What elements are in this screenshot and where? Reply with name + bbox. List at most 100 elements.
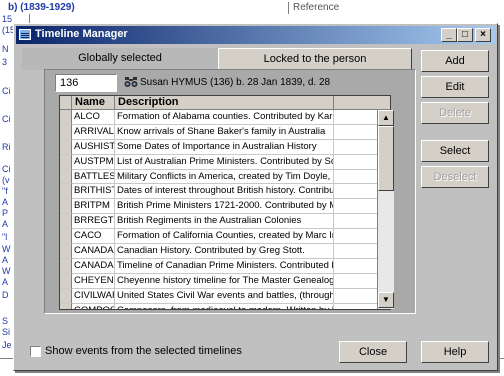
timeline-description-cell: Dates of interest throughout British his…	[115, 184, 334, 200]
timeline-manager-dialog: Timeline Manager _ □ × Globally selected…	[13, 23, 498, 371]
deselect-button[interactable]: Deselect	[421, 166, 489, 188]
row-selector-cell	[60, 244, 72, 259]
person-label: Susan HYMUS (136) b. 28 Jan 1839, d. 28	[140, 77, 331, 88]
row-selector-cell	[60, 229, 72, 245]
title-bar[interactable]: Timeline Manager _ □ ×	[16, 26, 495, 44]
background-fragment: Ri	[2, 142, 11, 152]
person-id-field[interactable]: 136	[55, 74, 117, 92]
row-selector-cell	[60, 169, 72, 185]
background-fragment: A	[2, 197, 9, 207]
background-fragment: Ci	[2, 114, 11, 124]
background-fragment: A	[2, 255, 9, 265]
table-row[interactable]: CANADA Canadian History. Contributed by G…	[60, 244, 390, 259]
tab-globally-selected[interactable]: Globally selected	[22, 48, 218, 70]
background-fragment: Ci	[2, 164, 11, 174]
show-events-label[interactable]: Show events from the selected timelines	[45, 345, 242, 357]
delete-button[interactable]: Delete	[421, 102, 489, 124]
table-rows: ALCO Formation of Alabama counties. Contr…	[60, 110, 390, 309]
select-button[interactable]: Select	[421, 140, 489, 162]
table-row[interactable]: CANADAPMTimeline of Canadian Prime Minis…	[60, 258, 390, 274]
background-fragment: S	[2, 316, 9, 326]
scroll-down-button[interactable]: ▼	[378, 292, 394, 308]
table-row[interactable]: CACO Formation of California Counties, cr…	[60, 229, 390, 245]
background-fragment: Ci	[2, 86, 11, 96]
background-fragment: N	[2, 44, 9, 54]
timeline-name-cell: CIVILWAR	[72, 288, 115, 304]
timeline-panel: 136 Susan HYMUS (136) b. 28 Jan 1839, d.…	[44, 69, 416, 314]
tab-locked-to-person[interactable]: Locked to the person	[218, 48, 412, 70]
timeline-description-cell: United States Civil War events and battl…	[115, 288, 334, 304]
table-scrollbar[interactable]: ▲ ▼	[377, 110, 394, 309]
header-selector-cell	[60, 96, 72, 110]
column-header-name[interactable]: Name	[72, 96, 115, 110]
background-reference-column: Reference	[288, 2, 418, 14]
timeline-name-cell: CANADAPM	[72, 258, 115, 274]
add-button[interactable]: Add	[421, 50, 489, 72]
row-selector-cell	[60, 288, 72, 304]
timeline-name-cell: CHEYENNE	[72, 273, 115, 289]
table-row[interactable]: CHEYENNECheyenne history timeline for Th…	[60, 273, 390, 289]
background-fragment: 15	[2, 14, 13, 24]
timeline-description-cell: Formation of California Counties, create…	[115, 229, 334, 245]
minimize-button[interactable]: _	[441, 28, 457, 42]
background-fragment: (v	[2, 175, 10, 185]
table-row[interactable]: ALCO Formation of Alabama counties. Contr…	[60, 110, 390, 125]
timeline-name-cell: AUSTPM	[72, 154, 115, 170]
timeline-description-cell: British Prime Ministers 1721-2000. Contr…	[115, 199, 334, 215]
close-window-button[interactable]: ×	[475, 28, 491, 42]
timeline-name-cell: BRITHIST	[72, 184, 115, 200]
table-row[interactable]: AUSHIST Some Dates of Importance in Austr…	[60, 139, 390, 155]
column-header-description[interactable]: Description	[115, 96, 334, 110]
timeline-description-cell: Formation of Alabama counties. Contribut…	[115, 110, 334, 125]
maximize-button[interactable]: □	[457, 28, 473, 42]
table-header: Name Description	[60, 96, 390, 110]
table-row[interactable]: ARRIVALSKnow arrivals of Shane Baker's f…	[60, 124, 390, 140]
row-selector-cell	[60, 184, 72, 200]
table-row[interactable]: BRITPM British Prime Ministers 1721-2000.…	[60, 199, 390, 215]
background-fragment: Si	[2, 327, 11, 337]
scroll-thumb[interactable]	[378, 126, 394, 191]
row-selector-cell	[60, 110, 72, 125]
row-selector-cell	[60, 214, 72, 230]
timeline-description-cell: British Regiments in the Australian Colo…	[115, 214, 334, 230]
help-button[interactable]: Help	[421, 341, 489, 363]
background-fragment: "l	[2, 232, 8, 242]
background-fragment: 3	[2, 57, 8, 67]
table-row[interactable]: AUSTPM List of Australian Prime Ministers…	[60, 154, 390, 170]
timeline-name-cell: AUSHIST	[72, 139, 115, 155]
timeline-table: Name Description ALCO Formation of Alabam…	[59, 95, 391, 310]
table-row[interactable]: BATTLES Military Conflicts in America, cr…	[60, 169, 390, 185]
timeline-description-cell: Cheyenne history timeline for The Master…	[115, 273, 334, 289]
timeline-description-cell: List of Australian Prime Ministers. Cont…	[115, 154, 334, 170]
row-selector-cell	[60, 154, 72, 170]
timeline-description-cell: Military Conflicts in America, created b…	[115, 169, 334, 185]
timeline-description-cell: Some Dates of Importance in Australian H…	[115, 139, 334, 155]
timeline-name-cell: BRITPM	[72, 199, 115, 215]
row-selector-cell	[60, 273, 72, 289]
background-header: b) (1839-1929) Reference	[0, 0, 504, 24]
background-date-range: b) (1839-1929)	[8, 2, 75, 13]
table-row[interactable]: BRITHIST Dates of interest throughout Bri…	[60, 184, 390, 200]
table-row[interactable]: BRREGTSBritish Regiments in the Australi…	[60, 214, 390, 230]
timeline-name-cell: BATTLES	[72, 169, 115, 185]
background-fragment: Je	[2, 340, 12, 350]
background-fragment: "f	[2, 186, 8, 196]
close-button[interactable]: Close	[339, 341, 407, 363]
show-events-checkbox[interactable]	[30, 346, 41, 357]
row-selector-cell	[60, 258, 72, 274]
edit-button[interactable]: Edit	[421, 76, 489, 98]
tab-strip: Globally selected Locked to the person	[22, 48, 412, 70]
column-header-blank	[334, 96, 390, 110]
timeline-name-cell: BRREGTS	[72, 214, 115, 230]
scroll-up-button[interactable]: ▲	[378, 110, 394, 126]
timeline-name-cell: ARRIVALS	[72, 124, 115, 140]
background-fragment: D	[2, 290, 9, 300]
binoculars-icon[interactable]	[124, 75, 138, 88]
timeline-description-cell: Know arrivals of Shane Baker's family in…	[115, 124, 334, 140]
table-row[interactable]: COMPOSERComposers, from mediaeval to mod…	[60, 303, 390, 309]
row-selector-cell	[60, 124, 72, 140]
background-fragment: W	[2, 244, 11, 254]
timeline-name-cell: CACO	[72, 229, 115, 245]
background-fragment: A	[2, 219, 9, 229]
table-row[interactable]: CIVILWAR United States Civil War events a…	[60, 288, 390, 304]
